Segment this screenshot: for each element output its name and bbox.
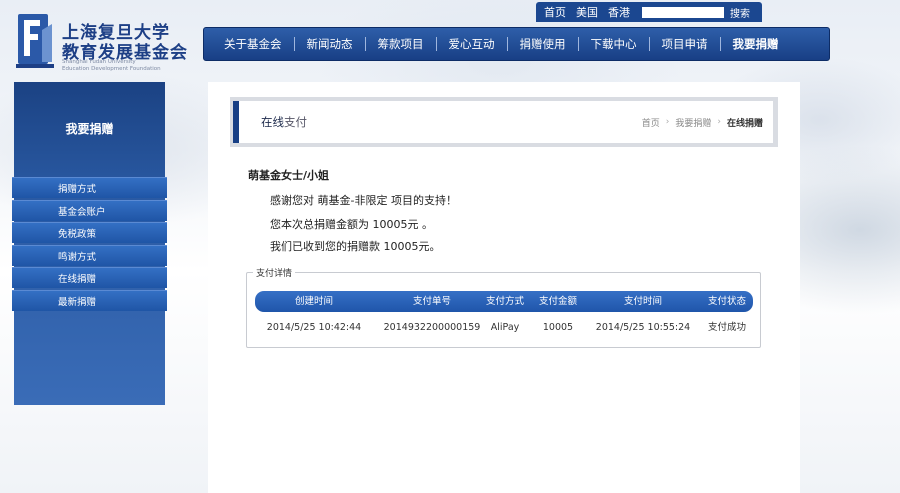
- sidebar-item-online-donation[interactable]: 在线捐赠: [12, 267, 167, 289]
- col-payment-method: 支付方式: [485, 296, 525, 307]
- sidebar-menu: 捐赠方式 基金会账户 免税政策 鸣谢方式 在线捐赠 最新捐赠: [12, 177, 167, 313]
- nav-donate[interactable]: 我要捐赠: [733, 36, 779, 52]
- nav-news[interactable]: 新闻动态: [307, 36, 378, 52]
- search-input[interactable]: [642, 6, 724, 18]
- table-row: 2014/5/25 10:42:44 2014932200000159 AliP…: [255, 317, 753, 338]
- sidebar-item-latest-donations[interactable]: 最新捐赠: [12, 289, 167, 311]
- col-payment-time: 支付时间: [623, 296, 663, 307]
- breadcrumb-home[interactable]: 首页: [642, 116, 660, 129]
- nav-project-application[interactable]: 项目申请: [662, 36, 733, 52]
- nav-divider: [364, 37, 366, 51]
- content-header-inner: 在线支付 首页 › 我要捐赠 › 在线捐赠: [233, 101, 773, 143]
- logo-english-line2: Education Development Foundation: [62, 66, 161, 72]
- thanks-message: 感谢您对 萌基金-非限定 项目的支持！: [270, 194, 457, 207]
- left-sidebar: 我要捐赠 捐赠方式 基金会账户 免税政策 鸣谢方式 在线捐赠 最新捐赠: [12, 82, 167, 405]
- nav-download-center[interactable]: 下载中心: [591, 36, 662, 52]
- nav-donation-usage[interactable]: 捐赠使用: [520, 36, 591, 52]
- nav-divider: [506, 37, 508, 51]
- sidebar-item-donation-methods[interactable]: 捐赠方式: [12, 177, 167, 198]
- payment-details-legend: 支付详情: [253, 266, 296, 279]
- cell-order-number: 2014932200000159: [383, 322, 481, 333]
- search-button[interactable]: 搜索: [730, 5, 750, 20]
- cell-payment-time: 2014/5/25 10:55:24: [595, 322, 691, 333]
- cell-payment-amount: 10005: [542, 322, 574, 333]
- top-utility-bar: 首页 美国 香港 搜索: [536, 2, 762, 22]
- cell-created-time: 2014/5/25 10:42:44: [266, 322, 362, 333]
- nav-fundraising-projects[interactable]: 筹款项目: [378, 36, 449, 52]
- col-payment-amount: 支付金额: [538, 296, 578, 307]
- chevron-right-icon: ›: [665, 117, 670, 127]
- nav-divider: [293, 37, 295, 51]
- nav-divider: [435, 37, 437, 51]
- received-message: 我们已收到您的捐赠款 10005元。: [270, 240, 441, 253]
- breadcrumb-current: 在线捐赠: [726, 118, 763, 129]
- page-title: 在线支付: [261, 114, 307, 130]
- nav-divider: [648, 37, 650, 51]
- payment-table-header: 创建时间 支付单号 支付方式 支付金额 支付时间 支付状态: [255, 291, 753, 312]
- col-payment-status: 支付状态: [707, 296, 747, 307]
- logo-emblem-icon: [16, 14, 54, 68]
- nav-about[interactable]: 关于基金会: [224, 36, 307, 52]
- link-home[interactable]: 首页: [544, 4, 566, 20]
- breadcrumb: 首页 › 我要捐赠 › 在线捐赠: [642, 116, 763, 129]
- breadcrumb-donate[interactable]: 我要捐赠: [675, 116, 711, 129]
- logo-english-line1: Shanghai Fudan University: [62, 59, 136, 65]
- cell-payment-status: 支付成功: [707, 322, 747, 333]
- sidebar-title: 我要捐赠: [65, 122, 114, 136]
- sidebar-item-tax-exemption[interactable]: 免税政策: [12, 222, 167, 244]
- nav-divider: [577, 37, 579, 51]
- sidebar-item-foundation-account[interactable]: 基金会账户: [12, 199, 167, 221]
- sidebar-item-acknowledgement[interactable]: 鸣谢方式: [12, 244, 167, 266]
- nav-charity-interaction[interactable]: 爱心互动: [449, 36, 520, 52]
- main-content: 在线支付 首页 › 我要捐赠 › 在线捐赠 萌基金女士/小姐 感谢您对 萌基金-…: [208, 82, 800, 493]
- col-created-time: 创建时间: [294, 296, 334, 307]
- cell-payment-method: AliPay: [490, 322, 520, 333]
- page-title-sub: 支付: [284, 115, 307, 129]
- foundation-logo[interactable]: 上海复旦大学 教育发展基金会 Shanghai Fudan University…: [12, 12, 192, 74]
- nav-divider: [719, 37, 721, 51]
- link-usa[interactable]: 美国: [576, 4, 598, 20]
- col-order-number: 支付单号: [412, 296, 452, 307]
- donor-salutation: 萌基金女士/小姐: [248, 169, 330, 182]
- total-amount-message: 您本次总捐赠金额为 10005元 。: [270, 218, 433, 231]
- content-header: 在线支付 首页 › 我要捐赠 › 在线捐赠: [230, 97, 778, 147]
- main-navigation: 关于基金会 新闻动态 筹款项目 爱心互动 捐赠使用 下载中心 项目申请 我要捐赠: [203, 27, 830, 61]
- page-title-main: 在线: [261, 115, 284, 129]
- link-hongkong[interactable]: 香港: [608, 4, 630, 20]
- chevron-right-icon: ›: [717, 117, 721, 127]
- payment-details-panel: 支付详情 创建时间 支付单号 支付方式 支付金额 支付时间 支付状态 2014/…: [246, 266, 761, 348]
